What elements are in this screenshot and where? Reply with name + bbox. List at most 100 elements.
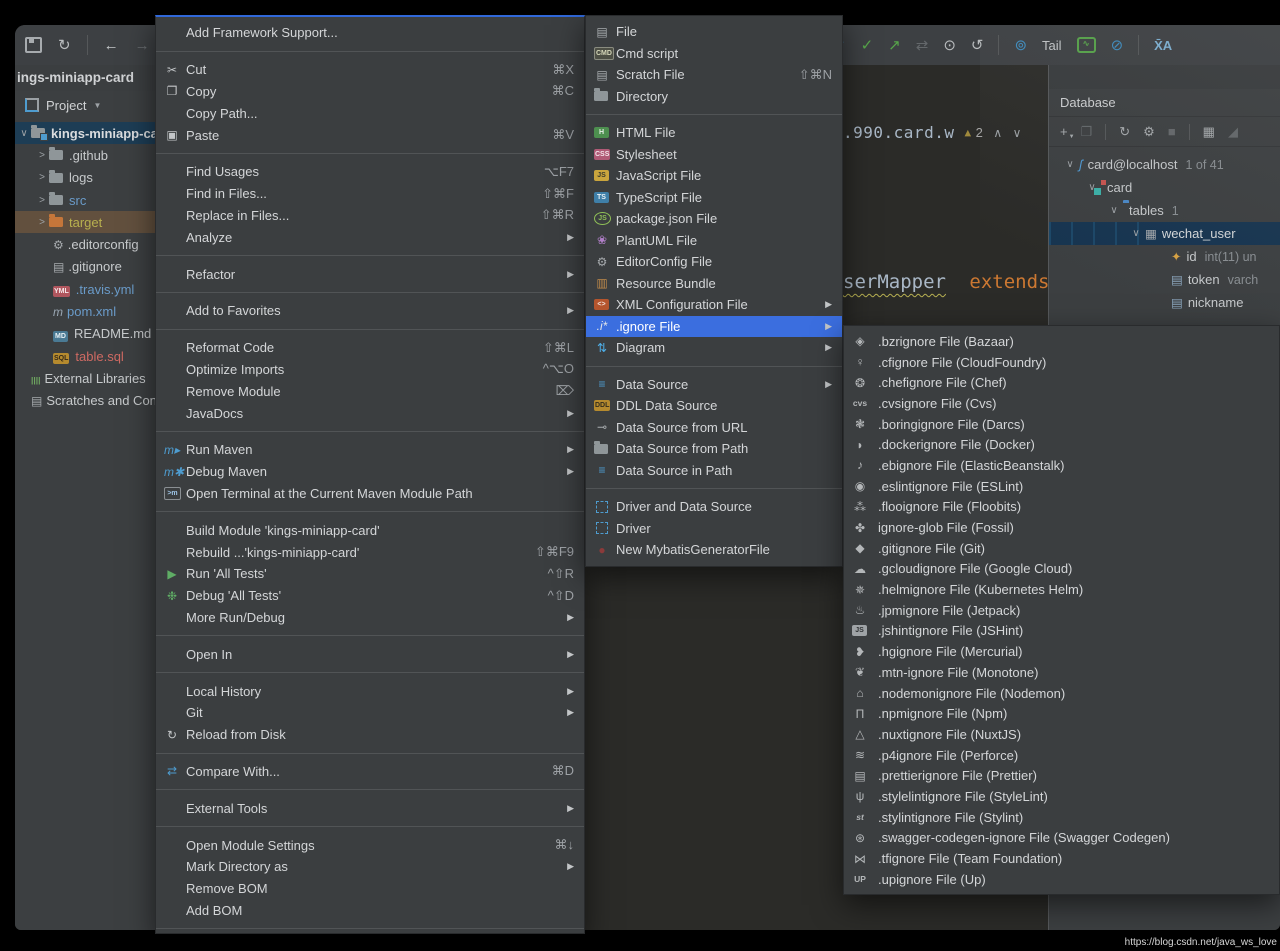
next-warning-icon[interactable]: ∨ [1013,126,1022,140]
menu-item-nuxtignore-file-nuxtjs[interactable]: △.nuxtignore File (NuxtJS) [844,724,1279,745]
menu-item-external-tools[interactable]: External Tools▶ [156,797,584,819]
menu-item-diagram[interactable]: ⇅Diagram▶ [586,337,842,359]
stop-icon[interactable]: ■ [1168,125,1176,138]
rollback-icon[interactable]: ↺ [971,38,984,53]
menu-item-driver-and-data-source[interactable]: Driver and Data Source [586,496,842,518]
menu-item-nodemonignore-file-nodemon[interactable]: ⌂.nodemonignore File (Nodemon) [844,683,1279,704]
db-tree-item-nickname[interactable]: ▤nickname [1049,291,1280,314]
chevron-expanded-icon[interactable]: ∨ [1105,205,1123,216]
menu-item-cvsignore-file-cvs[interactable]: cvs.cvsignore File (Cvs) [844,393,1279,414]
menu-item-editorconfig-file[interactable]: ⚙EditorConfig File [586,251,842,273]
menu-item-data-source-from-path[interactable]: Data Source from Path [586,438,842,460]
refresh-icon[interactable]: ↻ [1119,125,1130,138]
menu-item-mark-directory-as[interactable]: Mark Directory as▶ [156,856,584,878]
menu-item-boringignore-file-darcs[interactable]: ❃.boringignore File (Darcs) [844,414,1279,435]
tree-item-external-libraries[interactable]: ||||External Libraries [15,367,160,389]
menu-item-html-file[interactable]: HHTML File [586,122,842,144]
chevron-collapsed-icon[interactable]: > [35,172,49,183]
menu-item-typescript-file[interactable]: TSTypeScript File [586,187,842,209]
menu-item-reformat-code[interactable]: Reformat Code⇧⌘L [156,337,584,359]
tree-item-table-sql[interactable]: SQLtable.sql [15,345,160,367]
diagnostics-icon[interactable]: ⚙ [1143,125,1155,138]
project-view-selector[interactable]: Project ▼ [15,91,160,119]
menu-item-javadocs[interactable]: JavaDocs▶ [156,402,584,424]
menu-item-reload-from-disk[interactable]: ↻Reload from Disk [156,724,584,746]
menu-item-chefignore-file-chef[interactable]: ❂.chefignore File (Chef) [844,372,1279,393]
menu-item-cut[interactable]: ✂Cut⌘X [156,59,584,81]
tree-item-travis-yml[interactable]: YML.travis.yml [15,278,160,300]
menu-item-cfignore-file-cloudfoundry[interactable]: ♀.cfignore File (CloudFoundry) [844,352,1279,373]
menu-item-eslintignore-file-eslint[interactable]: ◉.eslintignore File (ESLint) [844,476,1279,497]
menu-item-dockerignore-file-docker[interactable]: ◗.dockerignore File (Docker) [844,434,1279,455]
db-tree-item-card-localhost[interactable]: ∨ʃcard@localhost1 of 41 [1049,153,1280,176]
compare-icon[interactable]: ⇄ [916,38,929,53]
chevron-expanded-icon[interactable]: ∨ [1127,228,1145,239]
menu-item-ignore-glob-file-fossil[interactable]: ✤ignore-glob File (Fossil) [844,517,1279,538]
tree-item-editorconfig[interactable]: ⚙.editorconfig [15,233,160,255]
menu-item-ebignore-file-elasticbeanstalk[interactable]: ♪.ebignore File (ElasticBeanstalk) [844,455,1279,476]
menu-item-swagger-codegen-ignore-file-swagger-codegen[interactable]: ⊛.swagger-codegen-ignore File (Swagger C… [844,828,1279,849]
menu-item-xml-configuration-file[interactable]: <>XML Configuration File▶ [586,294,842,316]
db-tree-item-tables[interactable]: ∨tables1 [1049,199,1280,222]
menu-item-paste[interactable]: ▣Paste⌘V [156,124,584,146]
tree-item-pom-xml[interactable]: mpom.xml [15,300,160,322]
menu-item-scratch-file[interactable]: ▤Scratch File⇧⌘N [586,64,842,86]
menu-item-copy[interactable]: ❐Copy⌘C [156,81,584,103]
menu-item-upignore-file-up[interactable]: UP.upignore File (Up) [844,869,1279,890]
menu-item-tfignore-file-team-foundation[interactable]: ⋈.tfignore File (Team Foundation) [844,848,1279,869]
menu-item-helmignore-file-kubernetes-helm[interactable]: ✵.helmignore File (Kubernetes Helm) [844,579,1279,600]
menu-item-stylesheet[interactable]: CSSStylesheet [586,144,842,166]
menu-item-npmignore-file-npm[interactable]: Π.npmignore File (Npm) [844,703,1279,724]
monitor-icon[interactable]: ∿ [1077,37,1096,53]
menu-item-stylintignore-file-stylint[interactable]: st.stylintignore File (Stylint) [844,807,1279,828]
menu-item-debug-all-tests[interactable]: ❉Debug 'All Tests'^⇧D [156,585,584,607]
menu-item-analyze[interactable]: Analyze▶ [156,226,584,248]
db-tree-item-card[interactable]: ∨card [1049,176,1280,199]
menu-item-jshintignore-file-jshint[interactable]: JS.jshintignore File (JSHint) [844,621,1279,642]
tree-item-readme-md[interactable]: MDREADME.md [15,323,160,345]
menu-item-hgignore-file-mercurial[interactable]: ❥.hgignore File (Mercurial) [844,641,1279,662]
tree-item-src[interactable]: >src [15,189,160,211]
db-tree-item-token[interactable]: ▤tokenvarch [1049,268,1280,291]
menu-item-ddl-data-source[interactable]: DDLDDL Data Source [586,395,842,417]
alarm-icon[interactable]: ⊚ [1014,38,1027,53]
chevron-collapsed-icon[interactable]: > [35,195,49,206]
tree-item-kings-miniapp-card[interactable]: ∨kings-miniapp-card [15,122,160,144]
forward-icon[interactable]: → [135,38,150,53]
tree-item-github[interactable]: >.github [15,144,160,166]
menu-item-data-source-from-url[interactable]: ⊸Data Source from URL [586,417,842,439]
menu-item-new-mybatisgeneratorfile[interactable]: ●New MybatisGeneratorFile [586,539,842,561]
menu-item-refactor[interactable]: Refactor▶ [156,263,584,285]
menu-item-run-maven[interactable]: m▸Run Maven▶ [156,439,584,461]
menu-item-cmd-script[interactable]: CMDCmd script [586,43,842,65]
menu-item-find-usages[interactable]: Find Usages⌥F7 [156,161,584,183]
add-icon[interactable]: +▼ [1060,125,1068,138]
sync-icon[interactable]: ↻ [58,38,71,53]
menu-item-directory[interactable]: Directory [586,86,842,108]
chevron-collapsed-icon[interactable]: > [35,217,49,228]
menu-item-replace-in-files[interactable]: Replace in Files...⇧⌘R [156,205,584,227]
menu-item-open-module-settings[interactable]: Open Module Settings⌘↓ [156,834,584,856]
save-icon[interactable] [25,37,42,53]
menu-item-prettierignore-file-prettier[interactable]: ▤.prettierignore File (Prettier) [844,765,1279,786]
menu-item-jpmignore-file-jetpack[interactable]: ♨.jpmignore File (Jetpack) [844,600,1279,621]
menu-item-copy-path[interactable]: Copy Path... [156,102,584,124]
menu-item-remove-module[interactable]: Remove Module⌦ [156,380,584,402]
commit-icon[interactable]: ✓ [861,38,874,53]
menu-item-flooignore-file-floobits[interactable]: ⁂.flooignore File (Floobits) [844,497,1279,518]
db-tree-item-wechat-user[interactable]: ∨▦wechat_user [1049,222,1280,245]
table-view-icon[interactable]: ▦ [1203,125,1215,138]
menu-item-build-module-kings-miniapp-card[interactable]: Build Module 'kings-miniapp-card' [156,519,584,541]
menu-item-resource-bundle[interactable]: ▥Resource Bundle [586,273,842,295]
menu-item-add-bom[interactable]: Add BOM [156,900,584,922]
tree-item-target[interactable]: >target [15,211,160,233]
menu-item-find-in-files[interactable]: Find in Files...⇧⌘F [156,183,584,205]
menu-item-open-in[interactable]: Open In▶ [156,643,584,665]
prev-warning-icon[interactable]: ∧ [993,126,1002,140]
menu-item-driver[interactable]: Driver [586,518,842,540]
translate-icon[interactable]: X̄A [1154,39,1172,52]
menu-item-p4ignore-file-perforce[interactable]: ≋.p4ignore File (Perforce) [844,745,1279,766]
back-icon[interactable]: ← [104,38,119,53]
menu-item-file[interactable]: ▤File [586,21,842,43]
menu-item-git[interactable]: Git▶ [156,702,584,724]
